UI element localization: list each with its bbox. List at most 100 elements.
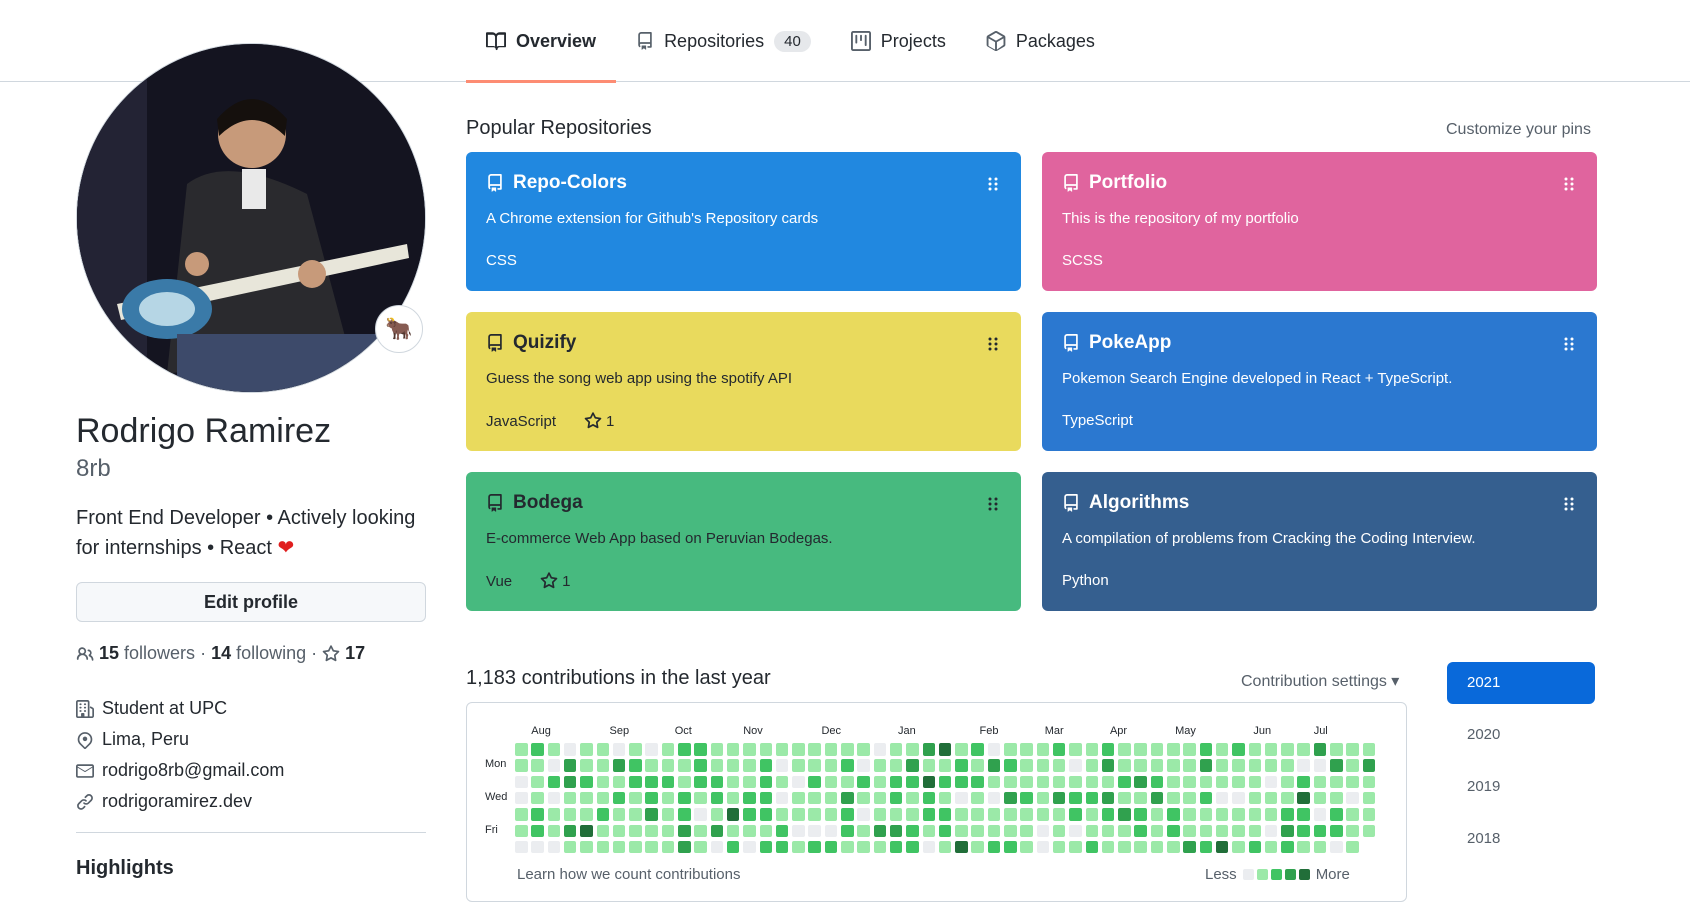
contribution-cell[interactable] (1101, 824, 1115, 837)
contribution-cell[interactable] (661, 743, 675, 756)
contribution-cell[interactable] (1346, 743, 1359, 756)
contribution-cell[interactable] (1134, 808, 1147, 821)
contribution-cell[interactable] (1052, 759, 1066, 772)
repo-card[interactable]: Quizify Guess the song web app using the… (466, 312, 1021, 451)
contribution-cell[interactable] (873, 759, 887, 772)
contribution-cell[interactable] (841, 791, 854, 805)
contribution-cell[interactable] (1232, 791, 1245, 805)
contribution-cell[interactable] (922, 808, 935, 821)
contribution-cell[interactable] (612, 791, 626, 805)
repo-stars[interactable]: 1 (584, 412, 614, 430)
contribution-cell[interactable] (563, 808, 577, 821)
contribution-cell[interactable] (824, 775, 838, 789)
contribution-cell[interactable] (1232, 824, 1245, 837)
contribution-cell[interactable] (547, 824, 561, 837)
contribution-cell[interactable] (563, 840, 577, 854)
contribution-cell[interactable] (1167, 743, 1180, 756)
contribution-cell[interactable] (1281, 808, 1294, 821)
contribution-cell[interactable] (841, 824, 854, 837)
repo-card[interactable]: Portfolio This is the repository of my p… (1042, 152, 1597, 291)
contribution-cell[interactable] (661, 759, 675, 772)
contribution-cell[interactable] (1313, 759, 1327, 772)
contribution-cell[interactable] (841, 743, 854, 756)
year-link-2020[interactable]: 2020 (1447, 714, 1595, 756)
contribution-cell[interactable] (759, 824, 772, 837)
contribution-cell[interactable] (1313, 791, 1327, 805)
contribution-cell[interactable] (775, 808, 789, 821)
contribution-cell[interactable] (775, 840, 789, 854)
contribution-cell[interactable] (710, 791, 724, 805)
contribution-cell[interactable] (759, 791, 772, 805)
following-count[interactable]: 14 (211, 643, 231, 664)
repo-card[interactable]: Bodega E-commerce Web App based on Peruv… (466, 472, 1021, 611)
contribution-cell[interactable] (1248, 791, 1261, 805)
contribution-cell[interactable] (824, 840, 838, 854)
contribution-cell[interactable] (1004, 824, 1017, 837)
contribution-cell[interactable] (678, 840, 691, 854)
contribution-cell[interactable] (1297, 791, 1310, 805)
contribution-cell[interactable] (955, 743, 968, 756)
contribution-cell[interactable] (1281, 743, 1294, 756)
contribution-cell[interactable] (792, 791, 805, 805)
contribution-cell[interactable] (922, 824, 935, 837)
repo-name-link[interactable]: Quizify (513, 332, 576, 354)
contribution-cell[interactable] (515, 824, 528, 837)
contribution-cell[interactable] (563, 743, 577, 756)
tab-packages[interactable]: Packages (966, 0, 1115, 82)
contribution-cell[interactable] (906, 824, 919, 837)
contribution-cell[interactable] (1020, 808, 1033, 821)
contribution-cell[interactable] (1052, 791, 1066, 805)
contribution-cell[interactable] (1313, 743, 1327, 756)
contribution-cell[interactable] (824, 791, 838, 805)
tab-overview[interactable]: Overview (466, 0, 617, 83)
contribution-cell[interactable] (678, 759, 691, 772)
contribution-cell[interactable] (1215, 791, 1229, 805)
contribution-cell[interactable] (645, 759, 658, 772)
contribution-cell[interactable] (515, 840, 528, 854)
contribution-cell[interactable] (743, 808, 756, 821)
contribution-cell[interactable] (515, 775, 528, 789)
contribution-cell[interactable] (1150, 743, 1164, 756)
contribution-cell[interactable] (563, 791, 577, 805)
contribution-cell[interactable] (775, 824, 789, 837)
contribution-cell[interactable] (1297, 775, 1310, 789)
contribution-cell[interactable] (531, 759, 544, 772)
contribution-cell[interactable] (857, 775, 870, 789)
contribution-cell[interactable] (629, 759, 642, 772)
contribution-cell[interactable] (1362, 824, 1376, 837)
contribution-cell[interactable] (547, 840, 561, 854)
contribution-cell[interactable] (955, 840, 968, 854)
contribution-cell[interactable] (987, 808, 1001, 821)
contribution-cell[interactable] (661, 824, 675, 837)
repo-name-link[interactable]: Repo-Colors (513, 172, 627, 194)
contribution-cell[interactable] (1183, 759, 1196, 772)
contribution-cell[interactable] (873, 775, 887, 789)
contribution-cell[interactable] (515, 759, 528, 772)
contribution-cell[interactable] (694, 808, 707, 821)
contribution-cell[interactable] (629, 743, 642, 756)
contribution-cell[interactable] (1362, 759, 1376, 772)
contribution-cell[interactable] (1183, 775, 1196, 789)
contribution-cell[interactable] (1199, 808, 1213, 821)
contribution-cell[interactable] (1069, 743, 1082, 756)
contribution-cell[interactable] (1248, 824, 1261, 837)
contribution-cell[interactable] (873, 743, 887, 756)
contribution-cell[interactable] (563, 775, 577, 789)
contribution-cell[interactable] (1069, 808, 1082, 821)
contribution-cell[interactable] (1346, 791, 1359, 805)
contribution-cell[interactable] (1362, 808, 1376, 821)
contribution-cell[interactable] (1183, 791, 1196, 805)
contribution-cell[interactable] (743, 791, 756, 805)
contribution-cell[interactable] (873, 824, 887, 837)
contribution-cell[interactable] (1085, 743, 1098, 756)
contribution-cell[interactable] (645, 824, 658, 837)
contribution-cell[interactable] (1118, 775, 1131, 789)
contribution-cell[interactable] (515, 791, 528, 805)
contribution-cell[interactable] (1248, 775, 1261, 789)
followers-count[interactable]: 15 (99, 643, 119, 664)
contribution-cell[interactable] (629, 840, 642, 854)
contribution-cell[interactable] (694, 759, 707, 772)
contribution-cell[interactable] (987, 791, 1001, 805)
contribution-cell[interactable] (792, 840, 805, 854)
contribution-cell[interactable] (824, 743, 838, 756)
